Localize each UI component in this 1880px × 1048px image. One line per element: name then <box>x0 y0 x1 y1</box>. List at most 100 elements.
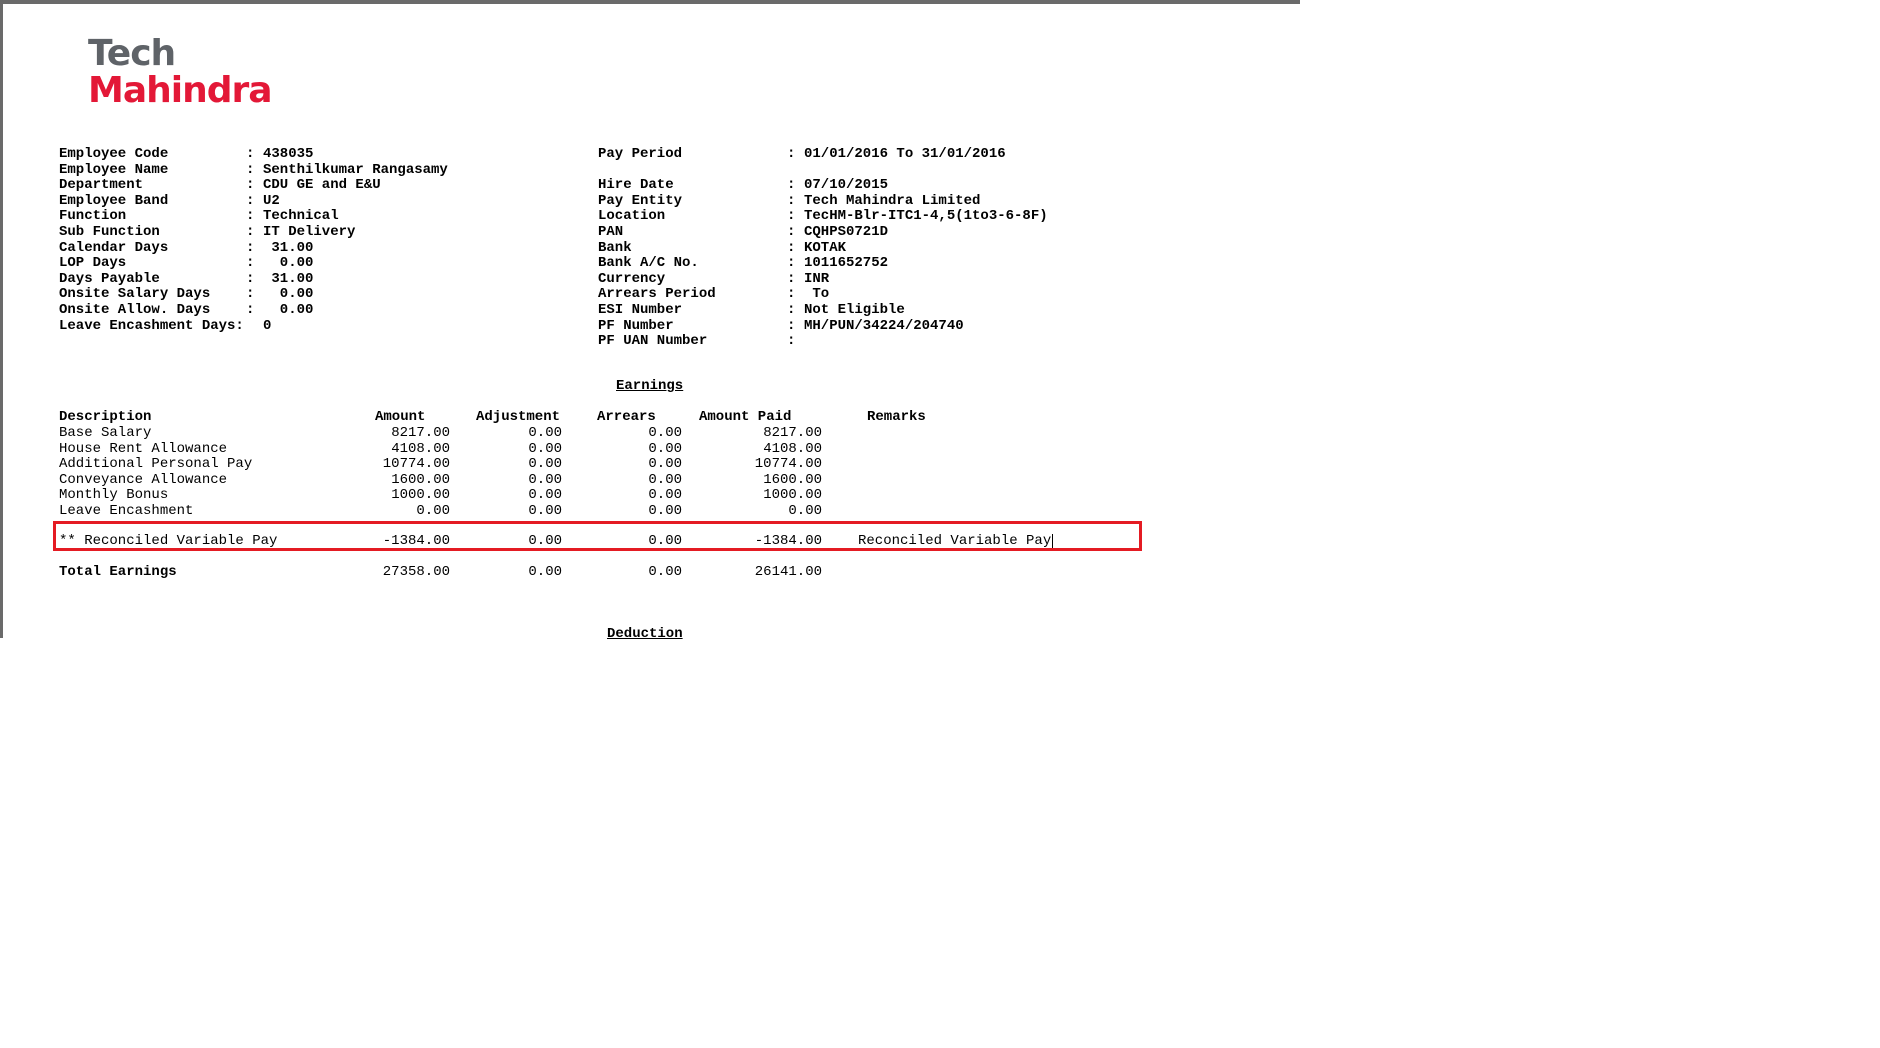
earning-description: Base Salary <box>59 425 152 441</box>
info-left-value: 31.00 <box>263 270 314 287</box>
earning-amount-paid: 8217.00 <box>763 425 822 441</box>
info-right-label: Arrears Period <box>598 286 716 303</box>
info-left-separator: : <box>246 208 255 225</box>
info-right-separator: : <box>787 333 796 350</box>
info-left-value: 0 <box>263 317 272 334</box>
col-header-amount: Amount <box>375 409 426 425</box>
info-left-separator: : <box>246 192 255 209</box>
info-left-value: 0.00 <box>263 302 314 318</box>
info-right-value: TecHM-Blr-ITC1-4,5(1to3-6-8F) <box>804 208 1048 225</box>
earning-arrears: 0.00 <box>648 440 682 457</box>
earning-amount-paid: 4108.00 <box>763 440 822 457</box>
earning-adjustment: 0.00 <box>528 487 562 504</box>
info-left-separator: : <box>246 302 255 318</box>
earning-arrears: 0.00 <box>648 471 682 488</box>
info-right-separator: : <box>787 255 796 272</box>
info-left-label: Onsite Allow. Days <box>59 302 211 318</box>
info-right-label: PF Number <box>598 317 674 334</box>
info-right-value: INR <box>804 270 830 287</box>
info-right-value: To <box>804 286 830 303</box>
info-right-value: Not Eligible <box>804 302 905 318</box>
info-right-separator: : <box>787 270 796 287</box>
info-left-value: IT Delivery <box>263 224 356 240</box>
info-left-label: Sub Function <box>59 224 160 240</box>
earning-arrears: 0.00 <box>648 503 682 519</box>
info-left-label: Function <box>59 208 127 225</box>
info-right-value: Tech Mahindra Limited <box>804 192 981 209</box>
earning-amount-paid: 1600.00 <box>763 471 822 488</box>
earning-amount: 1000.00 <box>391 487 450 504</box>
logo-text-tech: Tech <box>88 33 176 74</box>
info-left-value: Technical <box>263 208 339 225</box>
logo-text-mahindra: Mahindra <box>88 70 273 111</box>
info-right-label: ESI Number <box>598 302 683 318</box>
info-right-label: Bank A/C No. <box>598 255 699 272</box>
info-left-separator: : <box>246 146 255 162</box>
info-right-label: PAN <box>598 224 624 240</box>
total-arrears: 0.00 <box>648 564 682 580</box>
earning-amount-paid: 0.00 <box>788 503 822 519</box>
info-left-separator: : <box>246 224 255 240</box>
company-logo: Tech Mahindra <box>88 33 273 111</box>
earning-amount-paid: 1000.00 <box>763 487 822 504</box>
info-right-separator: : <box>787 239 796 256</box>
info-right-value: KOTAK <box>804 239 847 256</box>
earning-description: Additional Personal Pay <box>59 456 253 473</box>
info-left-separator: : <box>246 161 255 178</box>
total-earnings-label: Total Earnings <box>59 564 177 580</box>
info-right-separator: : <box>787 177 796 194</box>
earning-amount: 0.00 <box>416 503 450 519</box>
info-left-value: 0.00 <box>263 255 314 272</box>
info-right-label: Bank <box>598 239 632 256</box>
total-amount: 27358.00 <box>382 564 450 580</box>
info-left-label: Employee Code <box>59 146 169 162</box>
earning-amount: 8217.00 <box>391 425 450 441</box>
earning-adjustment: 0.00 <box>528 456 562 473</box>
info-left-label: Department <box>59 177 144 194</box>
info-right-separator: : <box>787 146 796 162</box>
col-header-arrears: Arrears <box>597 409 656 425</box>
earning-adjustment: 0.00 <box>528 425 562 441</box>
col-header-description: Description <box>59 409 152 425</box>
earning-amount: 1600.00 <box>391 471 450 488</box>
deduction-title: Deduction <box>607 626 683 642</box>
col-header-amount-paid: Amount Paid <box>699 409 792 425</box>
col-header-adjustment: Adjustment <box>476 409 561 425</box>
info-right-value: MH/PUN/34224/204740 <box>804 317 964 334</box>
info-left-label: Employee Name <box>59 161 169 178</box>
info-left-separator: : <box>246 239 255 256</box>
earning-adjustment: 0.00 <box>528 440 562 457</box>
earning-amount: 10774.00 <box>382 456 450 473</box>
info-right-separator: : <box>787 192 796 209</box>
earning-amount-paid: 10774.00 <box>754 456 822 473</box>
info-right-label: PF UAN Number <box>598 333 708 350</box>
info-left-value: 0.00 <box>263 286 314 303</box>
info-right-value: 07/10/2015 <box>804 177 889 194</box>
earning-arrears: 0.00 <box>648 425 682 441</box>
info-right-separator: : <box>787 317 796 334</box>
earning-arrears: 0.00 <box>648 456 682 473</box>
info-left-separator: : <box>246 286 255 303</box>
info-right-value: 1011652752 <box>804 255 889 272</box>
earning-amount: 4108.00 <box>391 440 450 457</box>
earning-arrears: 0.00 <box>648 487 682 504</box>
info-left-label: Employee Band <box>59 192 169 209</box>
info-right-separator: : <box>787 224 796 240</box>
info-left-separator: : <box>246 270 255 287</box>
earning-adjustment: 0.00 <box>528 503 562 519</box>
info-left-value: Senthilkumar Rangasamy <box>263 161 448 178</box>
total-adjustment: 0.00 <box>528 564 562 580</box>
info-left-value: CDU GE and E&U <box>263 177 381 194</box>
info-left-label: LOP Days <box>59 255 127 272</box>
info-left-value: U2 <box>263 192 280 209</box>
highlight-box <box>53 521 1142 551</box>
earnings-title: Earnings <box>616 378 684 394</box>
earning-adjustment: 0.00 <box>528 471 562 488</box>
info-right-value: 01/01/2016 To 31/01/2016 <box>804 146 1006 162</box>
earning-description: Leave Encashment <box>59 503 194 519</box>
info-left-label: Days Payable <box>59 270 160 287</box>
info-left-separator: : <box>246 177 255 194</box>
info-right-value: CQHPS0721D <box>804 224 889 240</box>
info-left-label: Onsite Salary Days <box>59 286 211 303</box>
info-left-value: 438035 <box>263 146 314 162</box>
